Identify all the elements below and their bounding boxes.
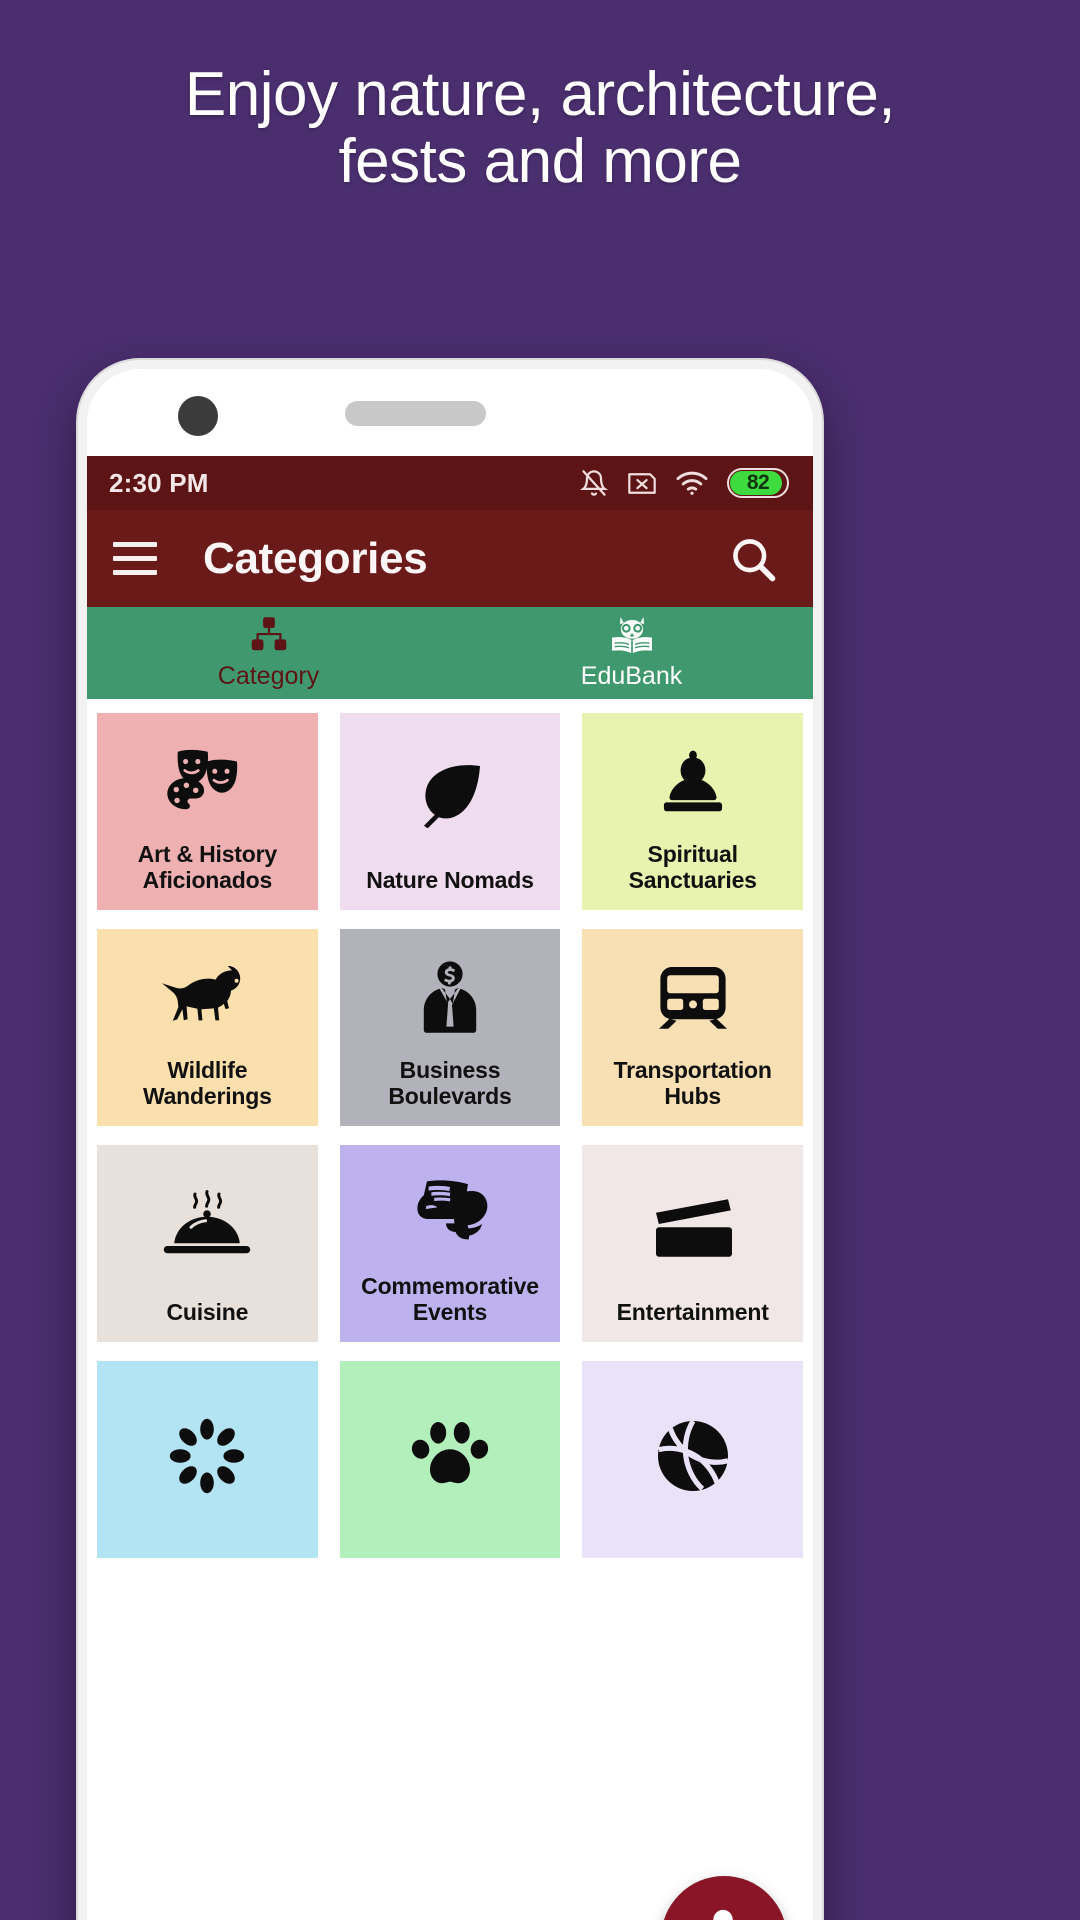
- person-add-icon: [693, 1906, 755, 1920]
- battery-icon: 82: [727, 468, 789, 498]
- category-card-label: Business Boulevards: [388, 1056, 512, 1110]
- category-card-label: [97, 1542, 318, 1558]
- category-card-commemorative-events[interactable]: Commemorative Events: [339, 1145, 561, 1342]
- tab-category[interactable]: Category: [87, 607, 450, 699]
- app-bar: Categories: [87, 510, 813, 607]
- status-bar-time: 2:30 PM: [109, 467, 209, 498]
- category-card-transportation-hubs[interactable]: Transportation Hubs: [582, 929, 803, 1126]
- sim-card-off-icon: [627, 470, 657, 497]
- owl-book-icon: [609, 615, 655, 655]
- businessman-dollar-icon: [340, 929, 561, 1057]
- category-grid: Art & History Aficionados Nature Nomads: [97, 713, 803, 1558]
- flower-icon: [97, 1361, 318, 1542]
- bell-off-icon: [580, 468, 608, 498]
- status-bar-icons: 82: [580, 468, 789, 498]
- category-card-flower[interactable]: [97, 1361, 318, 1558]
- promo-headline-line-1: Enjoy nature, architecture,: [184, 60, 896, 129]
- clapperboard-icon: [582, 1145, 803, 1299]
- category-card-wildlife-wanderings[interactable]: Wildlife Wanderings: [97, 929, 318, 1126]
- category-card-entertainment[interactable]: Entertainment: [582, 1145, 803, 1342]
- wifi-icon: [676, 470, 708, 496]
- phone-mockup: 2:30 PM 82 Categories Category EduBank A…: [78, 360, 822, 1920]
- train-icon: [582, 929, 803, 1057]
- promo-headline: Enjoy nature, architecture, fests and mo…: [0, 60, 1080, 196]
- phone-bezel: [87, 369, 813, 456]
- category-card-label: Transportation Hubs: [613, 1056, 772, 1110]
- category-card-spiritual-sanctuaries[interactable]: Spiritual Sanctuaries: [582, 713, 803, 910]
- lion-icon: [97, 929, 318, 1057]
- category-card-label: Spiritual Sanctuaries: [628, 840, 757, 894]
- promo-headline-line-2: fests and more: [338, 126, 742, 196]
- sitemap-icon: [249, 615, 289, 655]
- hamburger-bar: [113, 542, 157, 547]
- category-card-sports[interactable]: [582, 1361, 803, 1558]
- category-card-label: Art & History Aficionados: [137, 840, 277, 894]
- food-cloche-icon: [97, 1145, 318, 1299]
- earpiece-speaker: [345, 401, 486, 426]
- category-card-art-history[interactable]: Art & History Aficionados: [97, 713, 318, 910]
- category-card-label: [582, 1542, 803, 1558]
- category-card-label: Entertainment: [616, 1299, 769, 1326]
- category-card-cuisine[interactable]: Cuisine: [97, 1145, 318, 1342]
- battery-level-text: 82: [746, 471, 770, 494]
- tab-bar: Category EduBank: [87, 607, 813, 699]
- status-bar: 2:30 PM 82: [87, 456, 813, 510]
- phone-screen: 2:30 PM 82 Categories Category EduBank A…: [87, 369, 813, 1920]
- leaf-icon: [340, 713, 561, 867]
- volleyball-icon: [582, 1361, 803, 1542]
- tab-edubank[interactable]: EduBank: [450, 607, 813, 699]
- search-icon[interactable]: [723, 529, 783, 589]
- paw-print-icon: [340, 1361, 561, 1542]
- theater-masks-palette-icon: [97, 713, 318, 841]
- hamburger-menu-icon[interactable]: [109, 533, 161, 585]
- tab-edubank-label: EduBank: [580, 662, 683, 690]
- front-camera-icon: [178, 396, 218, 436]
- category-card-nature-nomads[interactable]: Nature Nomads: [339, 713, 561, 910]
- category-card-label: Nature Nomads: [366, 867, 534, 894]
- category-card-label: Cuisine: [166, 1299, 249, 1326]
- spartan-helmet-icon: [340, 1145, 561, 1273]
- category-card-business-boulevards[interactable]: Business Boulevards: [339, 929, 561, 1126]
- category-card-label: Wildlife Wanderings: [142, 1056, 272, 1110]
- hamburger-bar: [113, 556, 157, 561]
- category-grid-container[interactable]: Art & History Aficionados Nature Nomads: [87, 699, 813, 1920]
- category-card-label: Commemorative Events: [361, 1272, 539, 1326]
- tab-category-label: Category: [217, 662, 320, 690]
- category-card-paw[interactable]: [339, 1361, 561, 1558]
- category-card-label: [340, 1542, 561, 1558]
- page-title: Categories: [203, 533, 428, 583]
- hamburger-bar: [113, 570, 157, 575]
- buddha-icon: [582, 713, 803, 841]
